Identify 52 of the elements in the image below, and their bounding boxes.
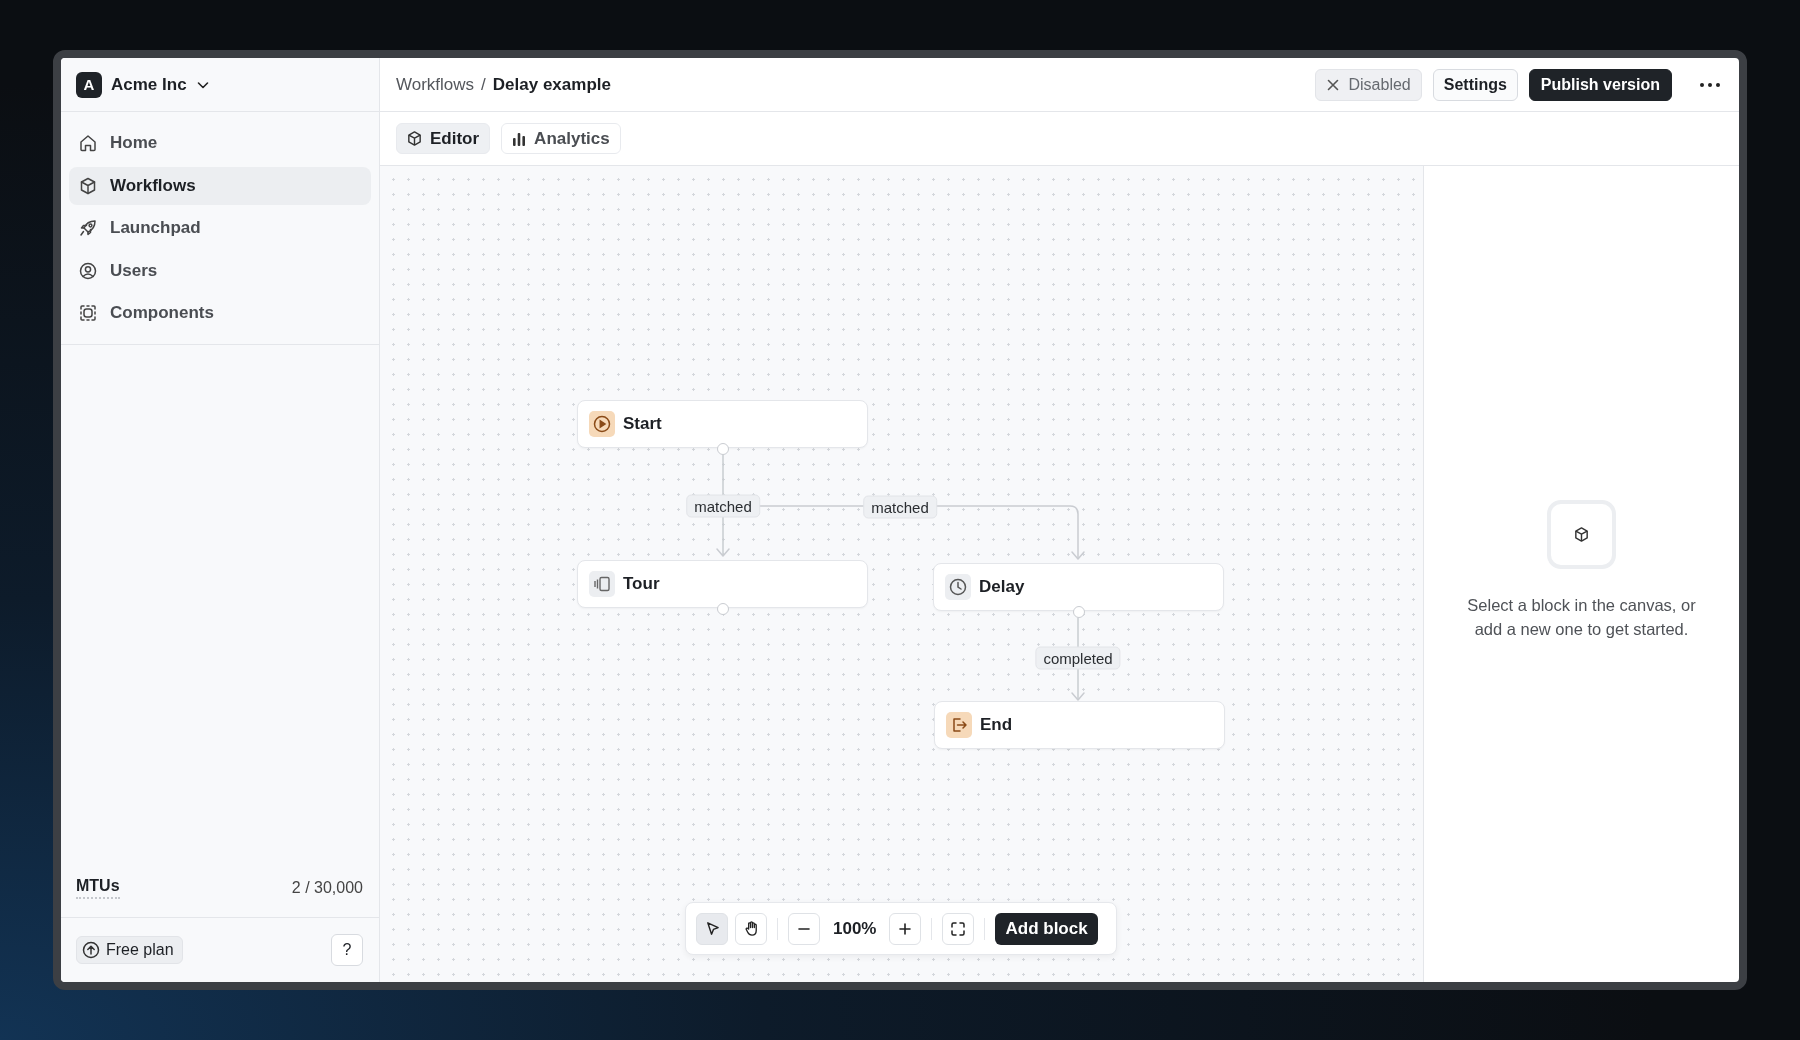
more-icon[interactable]: [1699, 81, 1721, 88]
help-button[interactable]: ?: [331, 934, 363, 966]
arrow-up-circle-icon: [82, 941, 100, 959]
user-circle-icon: [78, 260, 98, 281]
edge-label: matched: [686, 494, 760, 518]
publish-button[interactable]: Publish version: [1528, 68, 1672, 101]
edge-label: matched: [863, 495, 937, 519]
workflow-block[interactable]: Start: [577, 400, 868, 448]
workflow-block[interactable]: Tour: [577, 560, 868, 608]
zoom-level: 100%: [832, 918, 878, 939]
plan-button[interactable]: Free plan: [76, 936, 183, 964]
usage-value: 2 / 30,000: [291, 879, 363, 897]
empty-state-icon: [1547, 499, 1616, 569]
zoom-out-button[interactable]: [788, 912, 820, 945]
add-block-button[interactable]: Add block: [995, 912, 1098, 945]
fit-view-button[interactable]: [942, 912, 975, 945]
close-icon: [1326, 77, 1341, 92]
plus-icon: [897, 920, 914, 937]
clock-icon: [945, 574, 971, 600]
usage-label: MTUs: [76, 877, 120, 899]
edge-label: completed: [1035, 646, 1121, 670]
home-icon: [78, 133, 98, 153]
component-icon: [78, 303, 98, 323]
sidebar-item[interactable]: Components: [69, 294, 371, 332]
zoom-in-button[interactable]: [889, 912, 922, 945]
slides-icon: [589, 571, 615, 597]
cube-icon: [78, 175, 98, 196]
hand-tool-button[interactable]: [735, 912, 767, 945]
empty-state-message: Select a block in the canvas, or add a new one to get started.: [1466, 594, 1697, 640]
sidebar-item[interactable]: Launchpad: [69, 209, 371, 247]
status-button[interactable]: Disabled: [1315, 68, 1422, 101]
sidebar-item[interactable]: Users: [69, 251, 371, 290]
workflow-block[interactable]: End: [934, 701, 1225, 749]
breadcrumb-current: Delay example: [492, 74, 611, 95]
play-icon: [589, 411, 615, 437]
exit-icon: [946, 712, 972, 738]
workflow-block[interactable]: Delay: [933, 563, 1224, 611]
sidebar-item[interactable]: Home: [69, 124, 371, 162]
bar-chart-icon: [511, 130, 528, 147]
settings-button[interactable]: Settings: [1432, 68, 1518, 101]
fit-view-icon: [950, 920, 967, 937]
tab[interactable]: Editor: [396, 123, 491, 154]
cube-icon: [406, 130, 423, 147]
workspace-avatar: A: [76, 71, 102, 98]
minus-icon: [798, 927, 810, 930]
workspace-switcher[interactable]: A Acme Inc: [76, 71, 210, 98]
breadcrumb-separator: /: [481, 74, 486, 95]
rocket-icon: [78, 218, 98, 238]
breadcrumb-link[interactable]: Workflows: [396, 74, 475, 95]
sidebar-item[interactable]: Workflows: [69, 166, 371, 205]
tab[interactable]: Analytics: [501, 123, 621, 154]
pointer-tool-button[interactable]: [696, 912, 728, 945]
